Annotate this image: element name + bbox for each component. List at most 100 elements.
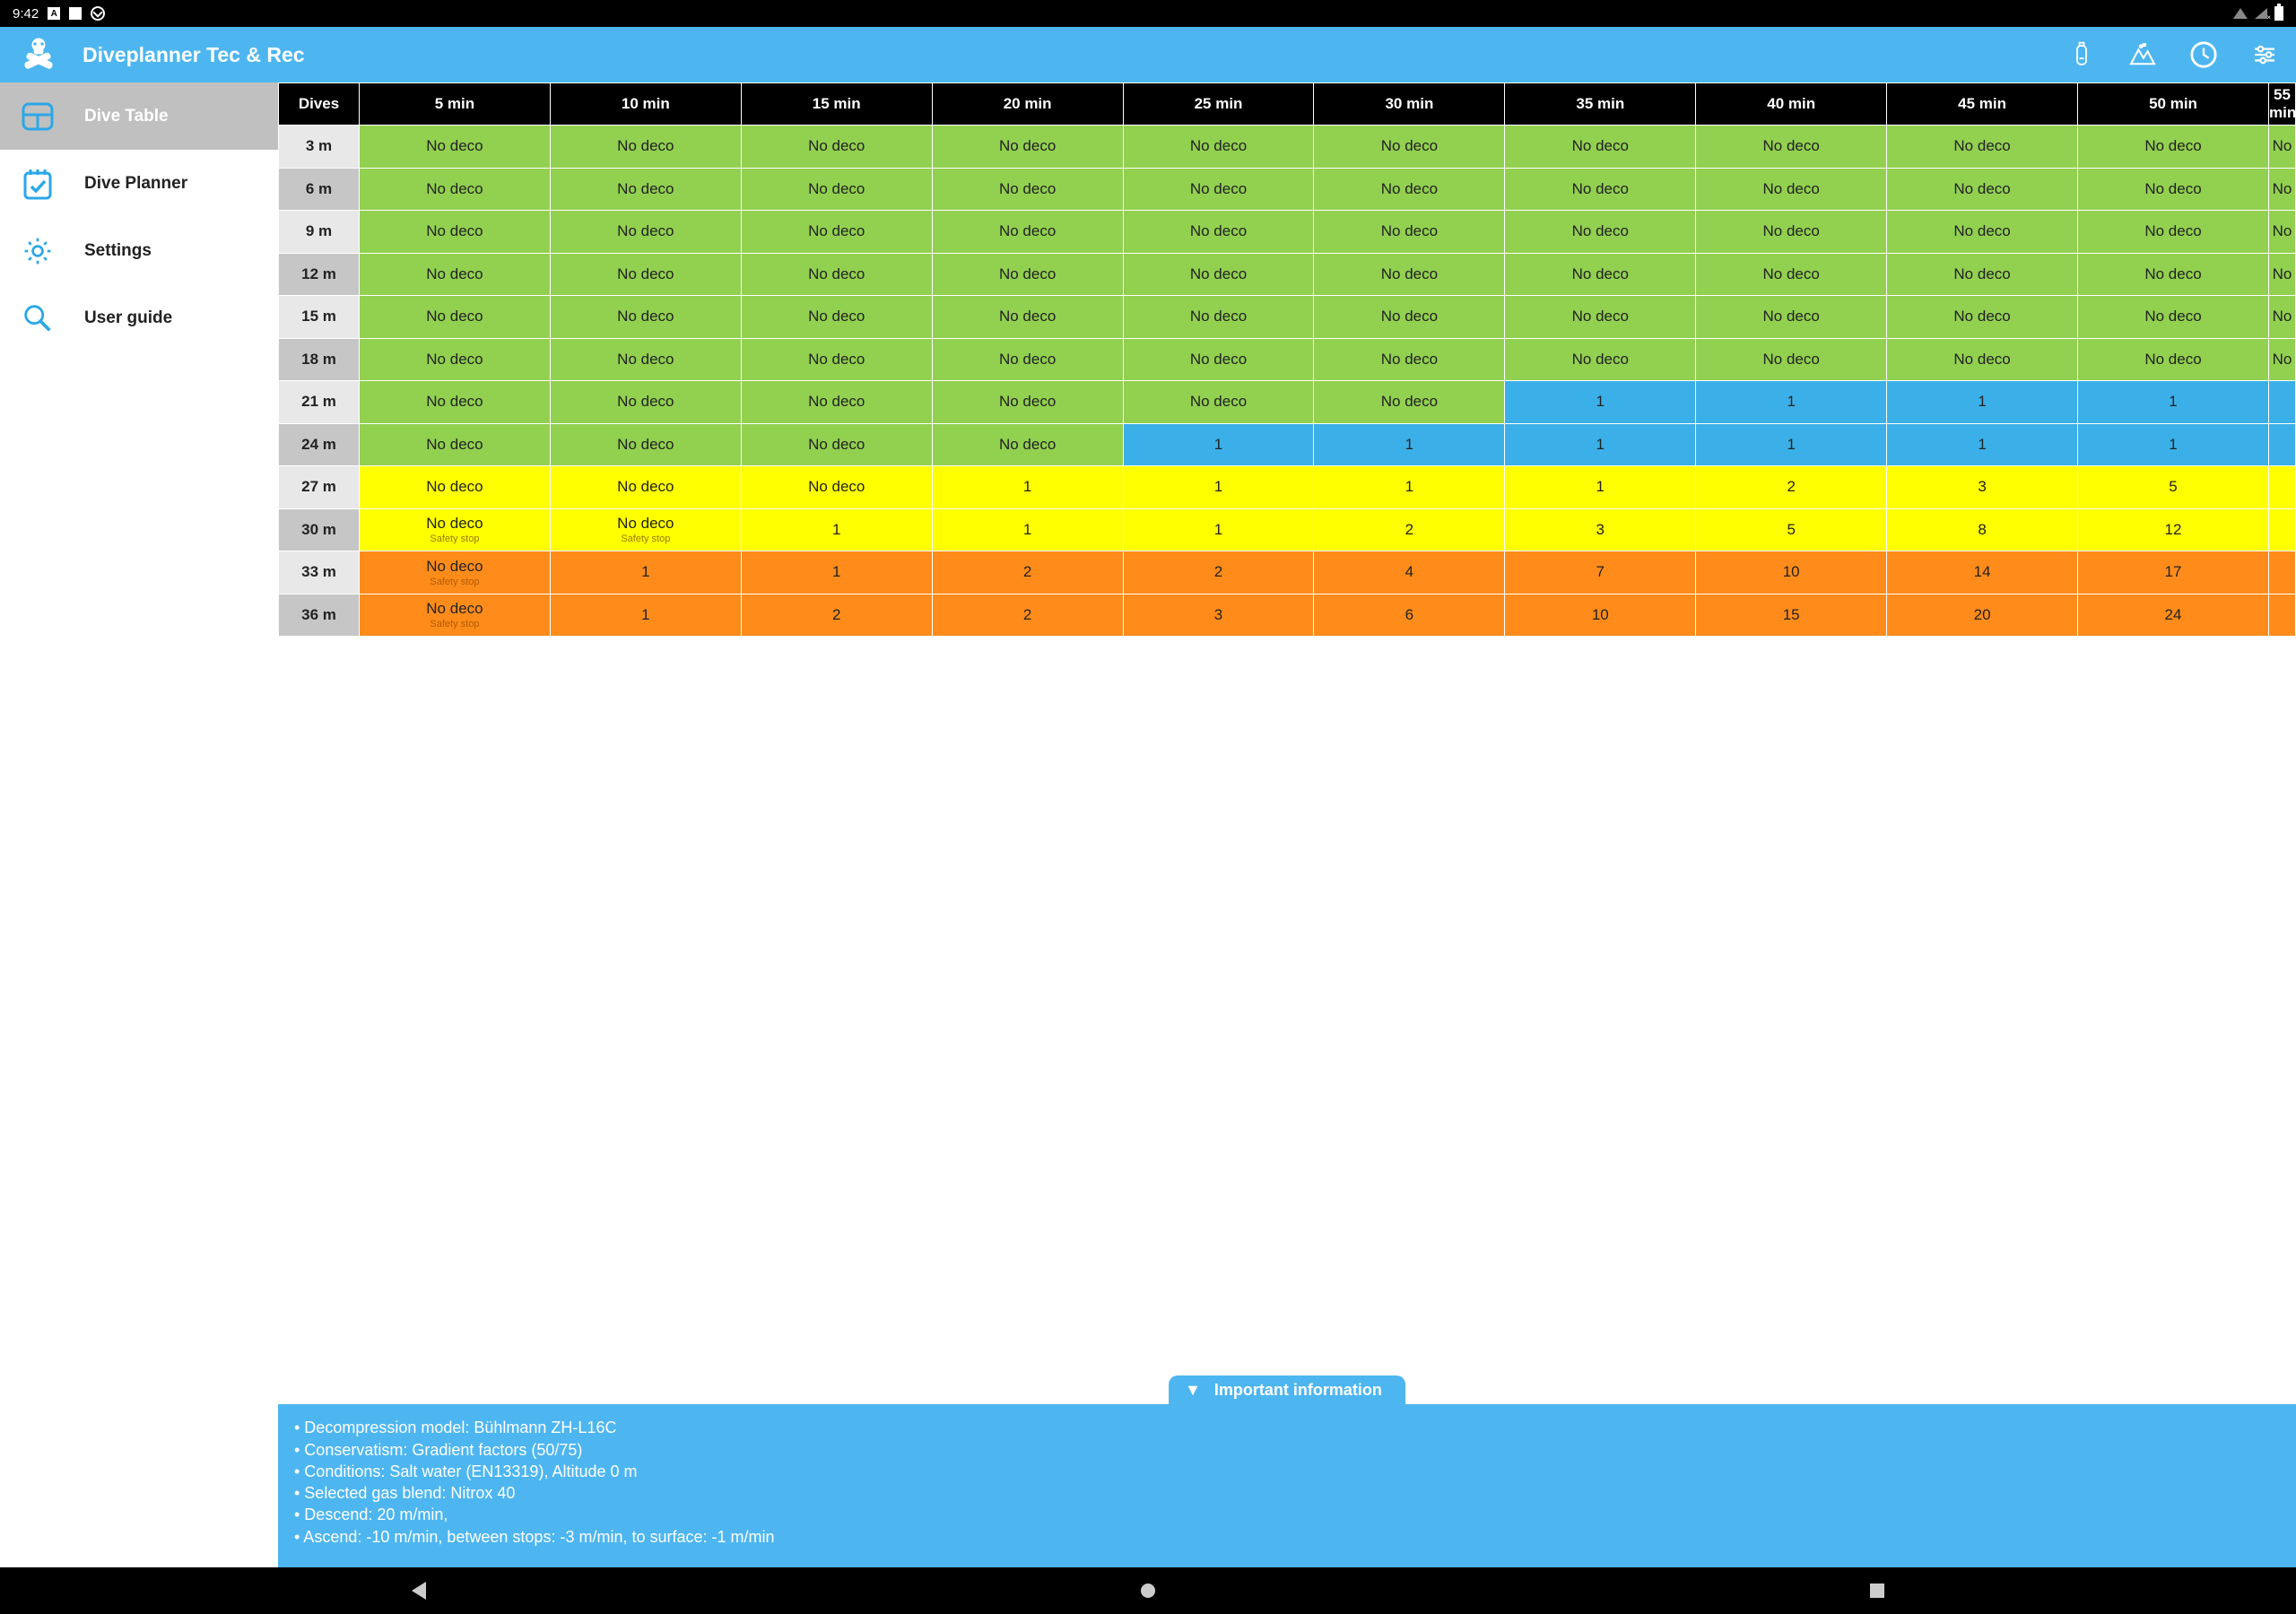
dive-cell[interactable] <box>2269 594 2296 637</box>
dive-cell[interactable]: 2 <box>741 594 932 637</box>
dive-cell[interactable]: No deco <box>1696 168 1887 211</box>
dive-cell[interactable]: No deco <box>550 381 741 424</box>
dive-cell[interactable]: No deco <box>550 296 741 339</box>
dive-cell[interactable]: No deco <box>550 126 741 169</box>
dive-cell[interactable]: 2 <box>932 594 1123 637</box>
dive-cell[interactable]: 17 <box>2078 551 2269 594</box>
dive-cell[interactable]: No deco <box>1696 211 1887 254</box>
dive-cell[interactable]: No deco <box>550 423 741 466</box>
dive-cell[interactable]: No deco <box>741 211 932 254</box>
dive-cell[interactable]: No deco <box>360 253 551 296</box>
dive-cell[interactable]: No deco <box>360 296 551 339</box>
tank-button[interactable] <box>2066 39 2097 70</box>
dive-cell[interactable]: 2 <box>1123 551 1314 594</box>
dive-cell[interactable]: No deco <box>360 211 551 254</box>
dive-cell[interactable]: 2 <box>1314 508 1505 551</box>
dive-cell[interactable]: 1 <box>932 508 1123 551</box>
dive-cell[interactable]: 12 <box>2078 508 2269 551</box>
dive-cell[interactable]: No deco <box>1696 338 1887 381</box>
dive-cell[interactable]: No <box>2269 211 2296 254</box>
dive-cell[interactable]: 3 <box>1505 508 1696 551</box>
dive-cell[interactable]: No deco <box>1887 253 2078 296</box>
dive-table-scroll[interactable]: Dives5 min10 min15 min20 min25 min30 min… <box>278 82 2296 1567</box>
nav-back-button[interactable] <box>409 1581 429 1601</box>
dive-cell[interactable]: No deco <box>1696 126 1887 169</box>
dive-cell[interactable] <box>2269 508 2296 551</box>
dive-cell[interactable]: 24 <box>2078 594 2269 637</box>
dive-cell[interactable]: 1 <box>741 508 932 551</box>
dive-cell[interactable]: 1 <box>1887 381 2078 424</box>
history-button[interactable] <box>2188 39 2219 70</box>
dive-cell[interactable]: 1 <box>1314 423 1505 466</box>
dive-cell[interactable]: 1 <box>550 594 741 637</box>
dive-cell[interactable]: No <box>2269 338 2296 381</box>
dive-cell[interactable] <box>2269 466 2296 509</box>
dive-cell[interactable]: 5 <box>2078 466 2269 509</box>
dive-cell[interactable]: No deco <box>741 253 932 296</box>
settings-sliders-button[interactable] <box>2249 39 2280 70</box>
dive-cell[interactable]: 3 <box>1123 594 1314 637</box>
dive-cell[interactable]: No deco <box>1123 296 1314 339</box>
dive-cell[interactable]: 10 <box>1696 551 1887 594</box>
dive-cell[interactable]: No deco <box>1887 168 2078 211</box>
dive-cell[interactable]: 1 <box>1696 423 1887 466</box>
dive-cell[interactable]: No deco <box>2078 296 2269 339</box>
dive-cell[interactable]: 2 <box>932 551 1123 594</box>
dive-cell[interactable]: No deco <box>741 126 932 169</box>
dive-cell[interactable]: 6 <box>1314 594 1505 637</box>
dive-cell[interactable]: 14 <box>1887 551 2078 594</box>
dive-cell[interactable]: 1 <box>2078 381 2269 424</box>
info-panel-toggle[interactable]: ▼ Important information <box>1169 1375 1405 1405</box>
dive-cell[interactable]: 1 <box>1887 423 2078 466</box>
dive-cell[interactable]: No deco <box>550 168 741 211</box>
dive-cell[interactable]: No deco <box>1505 338 1696 381</box>
dive-cell[interactable]: 1 <box>2078 423 2269 466</box>
dive-cell[interactable]: 1 <box>1696 381 1887 424</box>
dive-cell[interactable]: No deco <box>1696 253 1887 296</box>
dive-cell[interactable]: No deco <box>550 211 741 254</box>
dive-cell[interactable]: No deco <box>2078 338 2269 381</box>
dive-cell[interactable]: No deco <box>1505 168 1696 211</box>
dive-cell[interactable]: No decoSafety stop <box>550 508 741 551</box>
dive-cell[interactable]: No decoSafety stop <box>360 508 551 551</box>
altitude-button[interactable] <box>2127 39 2158 70</box>
dive-cell[interactable]: No deco <box>932 253 1123 296</box>
dive-cell[interactable]: 1 <box>741 551 932 594</box>
dive-cell[interactable]: No <box>2269 296 2296 339</box>
dive-cell[interactable]: No deco <box>550 466 741 509</box>
dive-cell[interactable]: No deco <box>1314 211 1505 254</box>
dive-cell[interactable]: 2 <box>1696 466 1887 509</box>
dive-cell[interactable] <box>2269 381 2296 424</box>
dive-cell[interactable]: No deco <box>1123 211 1314 254</box>
dive-cell[interactable]: No deco <box>2078 253 2269 296</box>
dive-cell[interactable]: No deco <box>741 338 932 381</box>
dive-cell[interactable]: 15 <box>1696 594 1887 637</box>
dive-cell[interactable]: No deco <box>1696 296 1887 339</box>
dive-cell[interactable]: 3 <box>1887 466 2078 509</box>
dive-cell[interactable]: No deco <box>360 381 551 424</box>
dive-cell[interactable]: 8 <box>1887 508 2078 551</box>
sidebar-item-user-guide[interactable]: User guide <box>0 284 278 351</box>
dive-cell[interactable]: No deco <box>932 211 1123 254</box>
dive-cell[interactable]: No deco <box>1123 253 1314 296</box>
sidebar-item-dive-table[interactable]: Dive Table <box>0 82 278 150</box>
dive-cell[interactable]: No deco <box>1505 211 1696 254</box>
sidebar-item-dive-planner[interactable]: Dive Planner <box>0 150 278 217</box>
dive-cell[interactable]: 7 <box>1505 551 1696 594</box>
dive-cell[interactable]: No deco <box>1123 168 1314 211</box>
dive-cell[interactable]: No deco <box>2078 168 2269 211</box>
dive-cell[interactable]: 1 <box>550 551 741 594</box>
dive-cell[interactable]: No deco <box>932 381 1123 424</box>
dive-cell[interactable]: No <box>2269 168 2296 211</box>
dive-cell[interactable]: No <box>2269 253 2296 296</box>
dive-cell[interactable]: No deco <box>1887 211 2078 254</box>
dive-cell[interactable]: 1 <box>932 466 1123 509</box>
dive-cell[interactable]: No deco <box>1314 338 1505 381</box>
nav-home-button[interactable] <box>1138 1581 1158 1601</box>
dive-cell[interactable]: No deco <box>550 338 741 381</box>
dive-cell[interactable]: 1 <box>1505 466 1696 509</box>
dive-cell[interactable]: 1 <box>1123 508 1314 551</box>
dive-cell[interactable]: No deco <box>1887 338 2078 381</box>
dive-cell[interactable]: No deco <box>1887 126 2078 169</box>
dive-cell[interactable]: No deco <box>550 253 741 296</box>
